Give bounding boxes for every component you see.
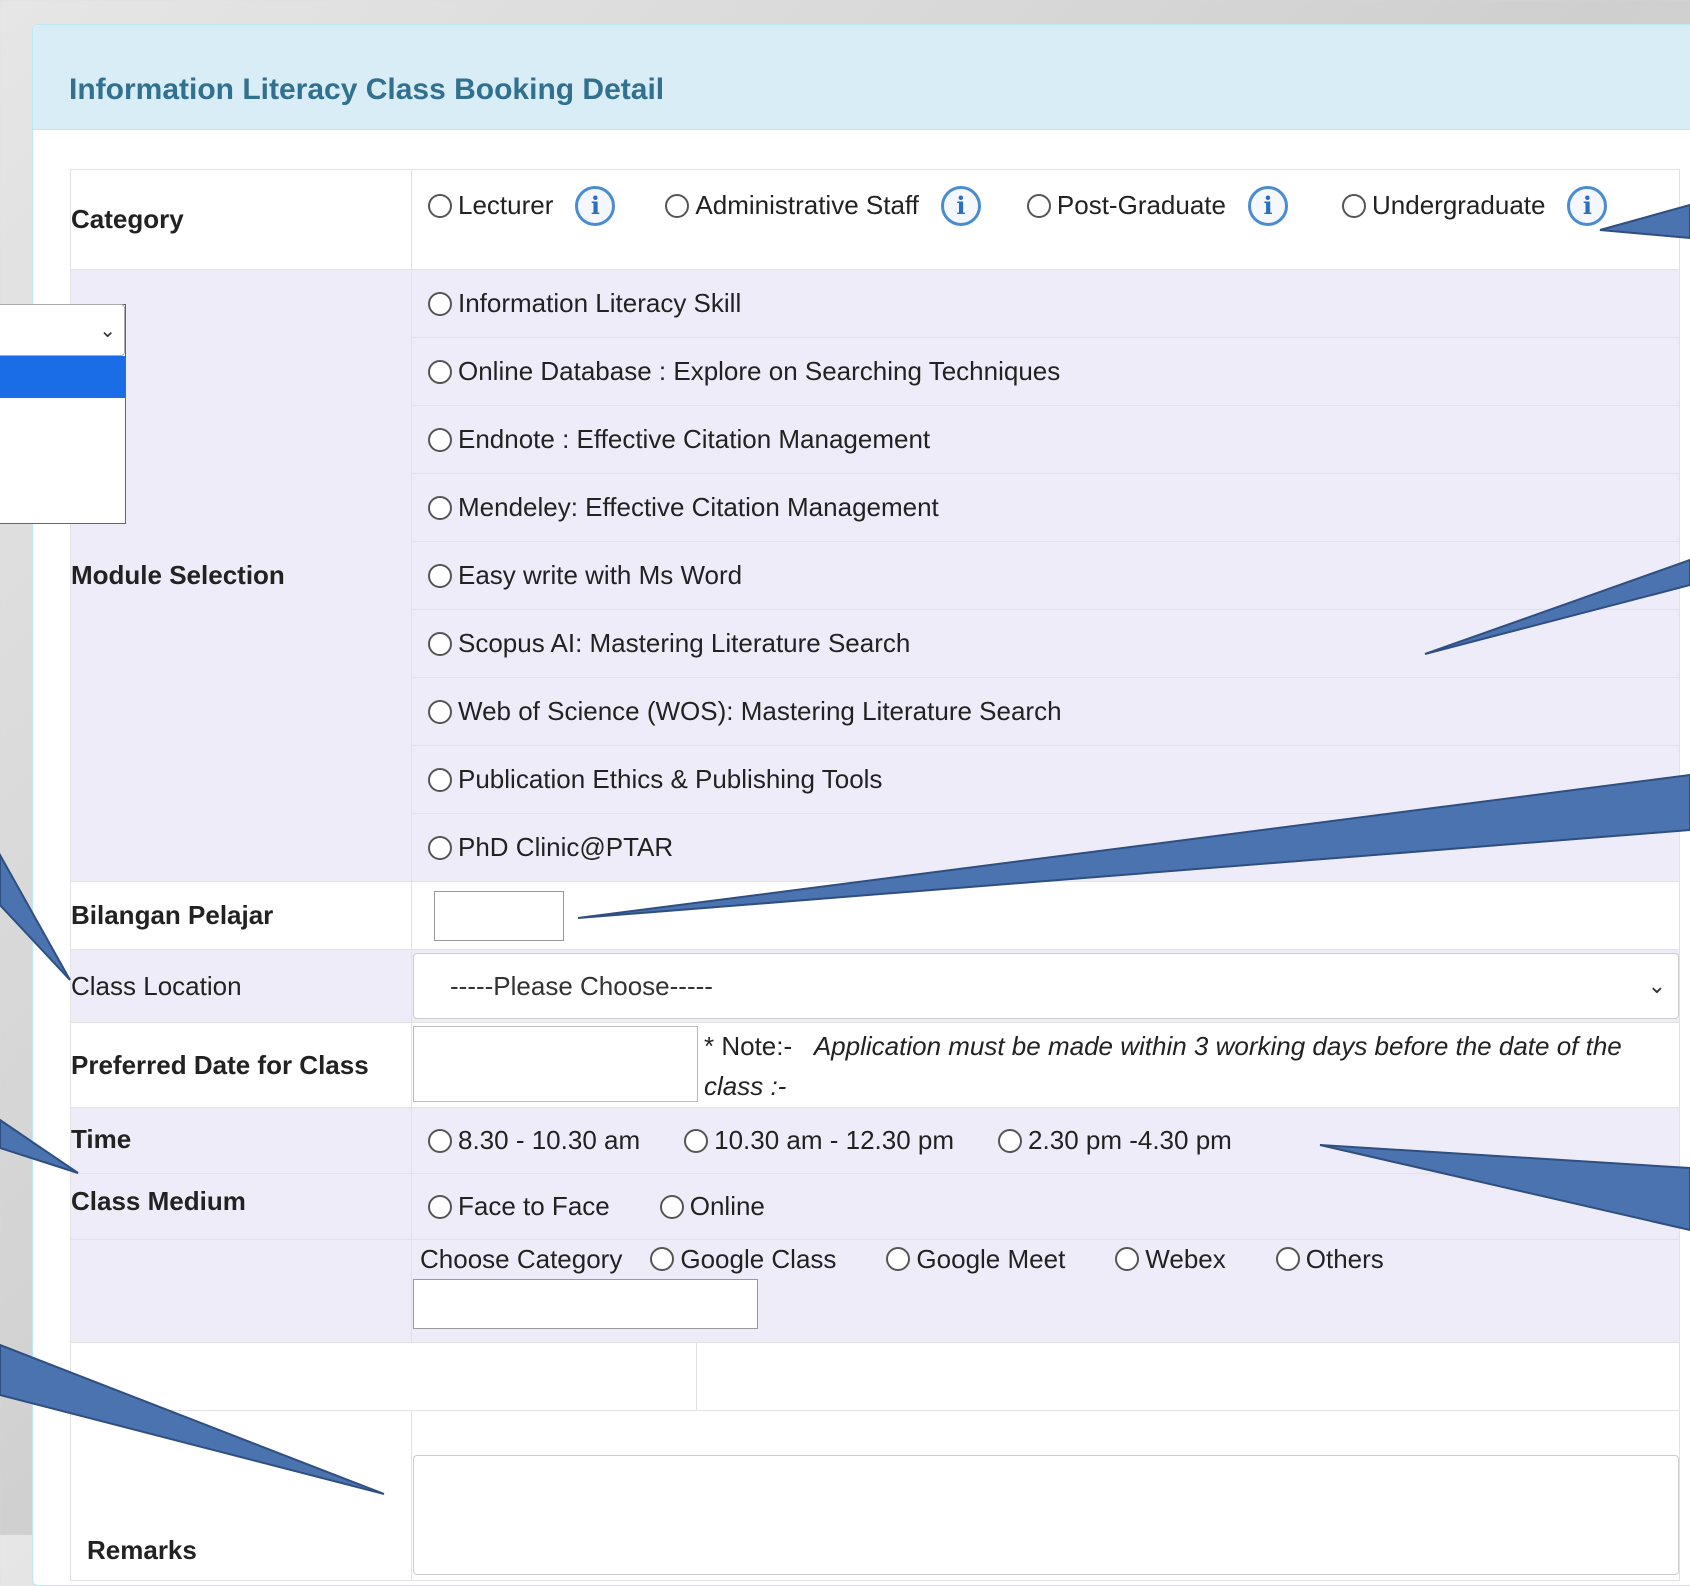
radio-time[interactable] bbox=[428, 1128, 452, 1153]
panel-title: Information Literacy Class Booking Detai… bbox=[69, 73, 665, 106]
radio-module[interactable] bbox=[428, 563, 452, 588]
dropdown-highlighted-option[interactable] bbox=[0, 356, 125, 398]
radio-others[interactable] bbox=[1275, 1247, 1300, 1271]
module-option[interactable]: Online Database : Explore on Searching T… bbox=[412, 338, 1679, 406]
category-options: Lecturer i Administrative Staff i Post-G… bbox=[411, 169, 1680, 270]
preferred-date-label: Preferred Date for Class bbox=[70, 1022, 412, 1108]
radio-module[interactable] bbox=[428, 835, 452, 860]
preferred-date-cell: * Note:- Application must be made within… bbox=[411, 1022, 1680, 1108]
time-options: 8.30 - 10.30 am 10.30 am - 12.30 pm 2.30… bbox=[411, 1107, 1680, 1174]
date-note: * Note:- Application must be made within… bbox=[704, 1031, 1622, 1101]
platform-option-others[interactable]: Others bbox=[1275, 1244, 1384, 1275]
radio-time[interactable] bbox=[998, 1128, 1023, 1153]
choose-category-label: Choose Category bbox=[420, 1243, 623, 1274]
module-option[interactable]: Publication Ethics & Publishing Tools bbox=[412, 746, 1679, 814]
platform-option-google-meet[interactable]: Google Meet bbox=[886, 1244, 1065, 1275]
chevron-down-icon: ⌄ bbox=[1647, 973, 1666, 998]
platform-label-cell bbox=[70, 1239, 412, 1343]
module-option[interactable]: PhD Clinic@PTAR bbox=[412, 814, 1679, 881]
category-option-lecturer[interactable]: Lecturer bbox=[428, 190, 553, 221]
radio-module[interactable] bbox=[428, 631, 452, 656]
chevron-down-icon: ⌄ bbox=[99, 319, 116, 342]
remarks-cell bbox=[411, 1410, 1680, 1581]
category-option-administrative-staff[interactable]: Administrative Staff bbox=[665, 190, 919, 221]
radio-module[interactable] bbox=[428, 359, 452, 384]
other-platform-input[interactable] bbox=[413, 1278, 758, 1329]
category-label: Category bbox=[70, 169, 412, 270]
module-option[interactable]: Information Literacy Skill bbox=[412, 270, 1679, 338]
remarks-textarea[interactable] bbox=[413, 1455, 1679, 1575]
time-option[interactable]: 10.30 am - 12.30 pm bbox=[684, 1125, 954, 1156]
platform-option-webex[interactable]: Webex bbox=[1115, 1244, 1226, 1275]
spacer-divider bbox=[696, 1343, 1679, 1410]
radio-module[interactable] bbox=[428, 767, 452, 792]
radio-undergraduate[interactable] bbox=[1342, 193, 1366, 218]
radio-google-class[interactable] bbox=[650, 1247, 675, 1271]
radio-module[interactable] bbox=[428, 291, 452, 316]
dropdown-closed-select[interactable]: ⌄ bbox=[0, 304, 125, 356]
radio-google-meet[interactable] bbox=[886, 1247, 911, 1271]
radio-online[interactable] bbox=[659, 1194, 684, 1219]
radio-time[interactable] bbox=[684, 1128, 709, 1153]
class-location-cell: -----Please Choose----- ⌄ bbox=[411, 949, 1680, 1023]
module-option[interactable]: Mendeley: Effective Citation Management bbox=[412, 474, 1679, 542]
preferred-date-input[interactable] bbox=[413, 1026, 698, 1102]
medium-option-online[interactable]: Online bbox=[659, 1191, 765, 1222]
dropdown-popup[interactable]: ⌄ bbox=[0, 304, 126, 524]
time-option[interactable]: 2.30 pm -4.30 pm bbox=[998, 1125, 1232, 1156]
time-option[interactable]: 8.30 - 10.30 am bbox=[428, 1125, 640, 1156]
class-medium-options: Face to Face Online bbox=[411, 1173, 1680, 1240]
category-option-post-graduate[interactable]: Post-Graduate bbox=[1026, 190, 1226, 221]
module-option[interactable]: Easy write with Ms Word bbox=[412, 542, 1679, 610]
remarks-label: Remarks bbox=[70, 1410, 412, 1581]
medium-option-face-to-face[interactable]: Face to Face bbox=[428, 1191, 610, 1222]
time-label: Time bbox=[70, 1107, 412, 1174]
info-icon[interactable]: i bbox=[940, 185, 981, 226]
radio-module[interactable] bbox=[428, 699, 452, 724]
booking-form-table: Category Lecturer i Administrative Staff… bbox=[70, 169, 1680, 1581]
class-location-label: Class Location bbox=[70, 949, 412, 1023]
class-medium-label: Class Medium bbox=[70, 1173, 412, 1240]
info-icon[interactable]: i bbox=[575, 185, 616, 226]
info-icon[interactable]: i bbox=[1248, 185, 1288, 226]
module-options: Information Literacy Skill Online Databa… bbox=[411, 269, 1680, 882]
students-cell bbox=[411, 881, 1680, 950]
platform-option-google-class[interactable]: Google Class bbox=[650, 1244, 836, 1275]
radio-module[interactable] bbox=[428, 495, 452, 520]
radio-webex[interactable] bbox=[1115, 1247, 1140, 1271]
class-location-select[interactable]: -----Please Choose----- ⌄ bbox=[413, 953, 1679, 1019]
module-option[interactable]: Scopus AI: Mastering Literature Search bbox=[412, 610, 1679, 678]
students-count-input[interactable] bbox=[434, 890, 564, 941]
radio-administrative-staff[interactable] bbox=[665, 193, 690, 218]
module-option[interactable]: Web of Science (WOS): Mastering Literatu… bbox=[412, 678, 1679, 746]
radio-lecturer[interactable] bbox=[428, 193, 452, 218]
radio-module[interactable] bbox=[428, 427, 452, 452]
category-option-undergraduate[interactable]: Undergraduate bbox=[1342, 190, 1545, 221]
spacer-row bbox=[70, 1342, 1680, 1411]
students-label: Bilangan Pelajar bbox=[70, 881, 412, 950]
platform-cell: Choose Category Google Class Google Meet… bbox=[411, 1239, 1680, 1343]
info-icon[interactable]: i bbox=[1567, 185, 1608, 226]
radio-post-graduate[interactable] bbox=[1026, 193, 1051, 218]
radio-face-to-face[interactable] bbox=[428, 1194, 452, 1219]
module-option[interactable]: Endnote : Effective Citation Management bbox=[412, 406, 1679, 474]
